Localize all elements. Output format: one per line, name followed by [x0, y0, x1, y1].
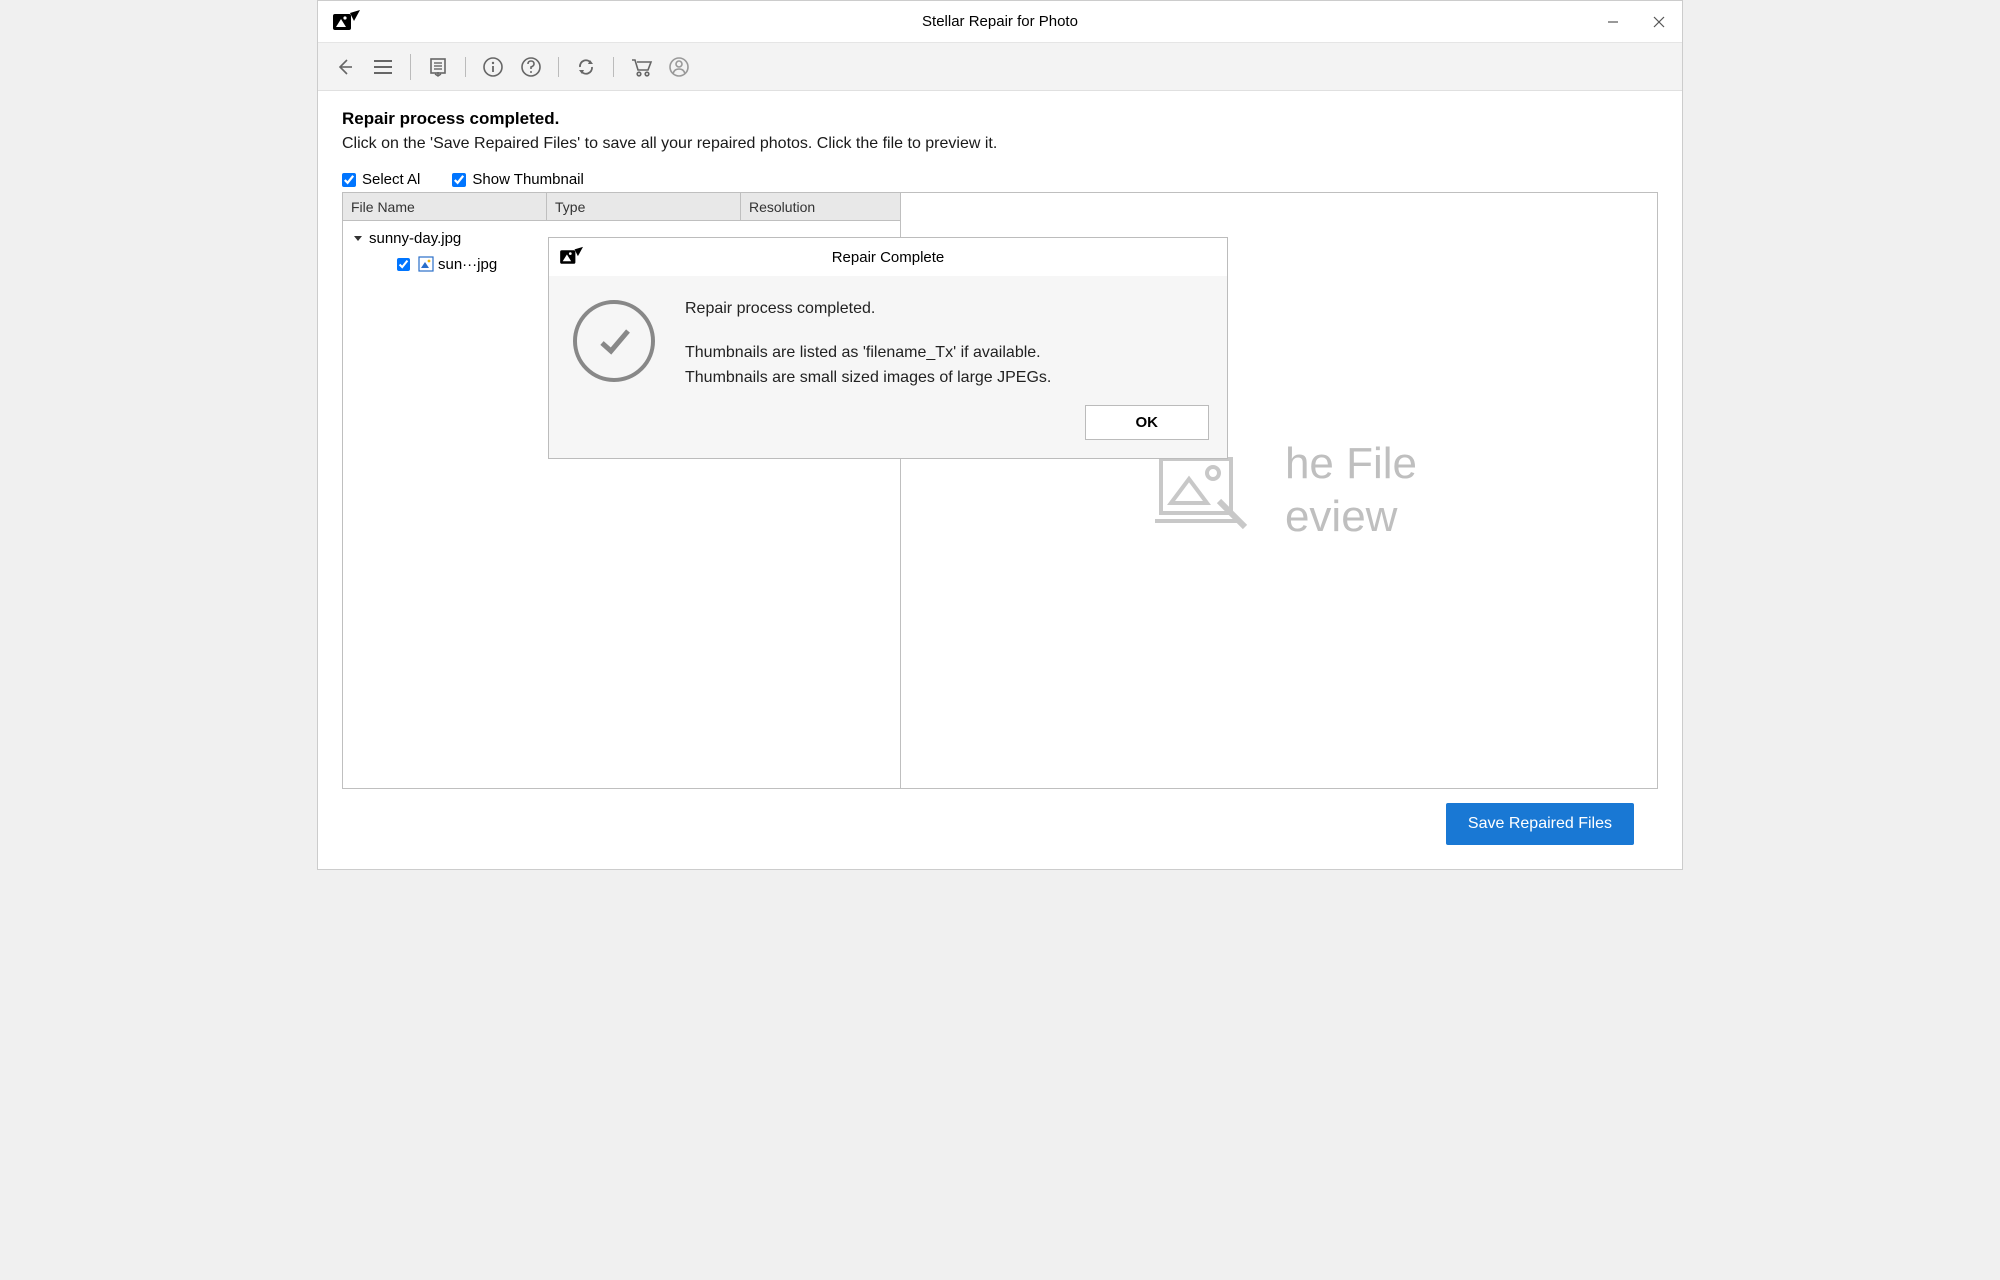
- save-repaired-files-button[interactable]: Save Repaired Files: [1446, 803, 1634, 845]
- dialog-body: Repair process completed. Thumbnails are…: [549, 276, 1227, 399]
- dialog-title: Repair Complete: [549, 249, 1227, 266]
- tree-child-label: sun···jpg: [438, 256, 497, 273]
- back-button[interactable]: [328, 50, 362, 84]
- col-resolution[interactable]: Resolution: [741, 193, 900, 220]
- footer: Save Repaired Files: [342, 789, 1658, 859]
- dialog-titlebar: Repair Complete: [549, 238, 1227, 276]
- window-controls: [1590, 1, 1682, 42]
- preview-text-line2: eview: [1285, 491, 1417, 544]
- show-thumbnail-label: Show Thumbnail: [472, 171, 583, 188]
- menu-button[interactable]: [366, 50, 400, 84]
- title-bar: Stellar Repair for Photo: [318, 1, 1682, 43]
- tree-parent-label: sunny-day.jpg: [369, 230, 461, 247]
- select-all-checkbox[interactable]: Select Al: [342, 171, 420, 188]
- separator: [410, 54, 411, 80]
- close-button[interactable]: [1636, 1, 1682, 42]
- tree-child-checkbox[interactable]: [397, 258, 410, 271]
- col-filename[interactable]: File Name: [343, 193, 547, 220]
- image-file-icon: [418, 256, 434, 272]
- window-title: Stellar Repair for Photo: [318, 13, 1682, 30]
- options-row: Select Al Show Thumbnail: [342, 171, 1658, 188]
- toolbar: [318, 43, 1682, 91]
- update-button[interactable]: [569, 50, 603, 84]
- repair-complete-dialog: Repair Complete Repair process completed…: [548, 237, 1228, 459]
- show-thumbnail-input[interactable]: [452, 173, 466, 187]
- separator: [613, 57, 614, 77]
- save-list-button[interactable]: [421, 50, 455, 84]
- success-check-icon: [573, 300, 655, 382]
- content-area: Repair process completed. Click on the '…: [318, 91, 1682, 869]
- preview-text-line1: he File: [1285, 438, 1417, 491]
- separator: [465, 57, 466, 77]
- buy-button[interactable]: [624, 50, 658, 84]
- col-type[interactable]: Type: [547, 193, 741, 220]
- dialog-msg-line1: Repair process completed.: [685, 296, 1051, 322]
- app-logo-icon: [332, 9, 362, 35]
- dialog-footer: OK: [549, 399, 1227, 458]
- page-heading: Repair process completed.: [342, 109, 1658, 129]
- column-headers: File Name Type Resolution: [343, 193, 900, 221]
- dialog-message: Repair process completed. Thumbnails are…: [685, 296, 1051, 391]
- dialog-msg-line3: Thumbnails are small sized images of lar…: [685, 365, 1051, 391]
- info-button[interactable]: [476, 50, 510, 84]
- separator: [558, 57, 559, 77]
- select-all-input[interactable]: [342, 173, 356, 187]
- page-subtext: Click on the 'Save Repaired Files' to sa…: [342, 135, 1658, 153]
- chevron-down-icon[interactable]: [351, 233, 365, 243]
- account-button[interactable]: [662, 50, 696, 84]
- help-button[interactable]: [514, 50, 548, 84]
- minimize-button[interactable]: [1590, 1, 1636, 42]
- preview-text: he File eview: [1285, 438, 1417, 544]
- app-window: Stellar Repair for Photo: [317, 0, 1683, 870]
- dialog-msg-line2: Thumbnails are listed as 'filename_Tx' i…: [685, 340, 1051, 366]
- app-logo-icon: [559, 246, 585, 268]
- select-all-label: Select Al: [362, 171, 420, 188]
- dialog-ok-button[interactable]: OK: [1085, 405, 1210, 440]
- show-thumbnail-checkbox[interactable]: Show Thumbnail: [452, 171, 583, 188]
